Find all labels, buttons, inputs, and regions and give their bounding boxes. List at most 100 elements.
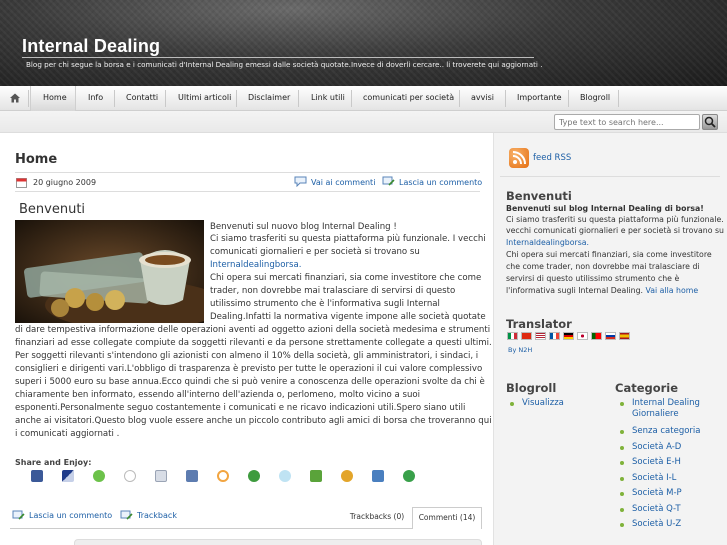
home-icon[interactable] — [9, 92, 21, 104]
list-bullet — [620, 523, 624, 527]
flag-pt-icon[interactable] — [591, 332, 602, 340]
list-bullet — [620, 492, 624, 496]
go-to-comments-link[interactable]: Vai ai commenti — [311, 178, 375, 187]
digg-share-icon[interactable] — [93, 470, 105, 482]
linkedin-share-icon[interactable] — [372, 470, 384, 482]
nav-item-link-utili[interactable]: Link utili — [311, 86, 345, 111]
myspace-share-icon[interactable] — [186, 470, 198, 482]
post-text-line: anche ai visitatori.Questo blog vuole es… — [15, 416, 492, 426]
nav-item-comunicati[interactable]: comunicati per società — [363, 86, 454, 111]
category-item[interactable]: Senza categoria — [632, 426, 701, 436]
nav-divider — [236, 90, 237, 107]
nav-item-ultimi-articoli[interactable]: Ultimi articoli — [178, 86, 231, 111]
page: Internal Dealing Blog per chi segue la b… — [0, 0, 727, 545]
leave-comment-link[interactable]: Lascia un commento — [399, 178, 482, 187]
search-button[interactable] — [702, 114, 718, 130]
nav-item-contatti[interactable]: Contatti — [126, 86, 158, 111]
nav-divider — [459, 90, 460, 107]
post-text-line: Chi opera sui mercati finanziari, sia co… — [210, 273, 482, 283]
nav-divider — [618, 90, 619, 107]
add-comment-icon[interactable] — [382, 176, 395, 188]
site-header: Internal Dealing Blog per chi segue la b… — [0, 0, 727, 86]
translator-title: Translator — [506, 317, 572, 331]
nav-divider — [114, 90, 115, 107]
welcome-line: Ci siamo trasferiti su questa piattaform… — [506, 215, 727, 224]
category-item[interactable]: Società E-H — [632, 457, 681, 467]
post-title[interactable]: Benvenuti — [19, 202, 85, 217]
post-text-line: Benvenuti sul nuovo blog Internal Dealin… — [210, 222, 397, 232]
stumbleupon-share-icon[interactable] — [248, 470, 260, 482]
rss-feed-link[interactable]: feed RSS — [533, 153, 571, 163]
flag-jp-icon[interactable] — [577, 332, 588, 340]
list-bullet — [620, 446, 624, 450]
welcome-line: Internaldealingborsa. — [506, 237, 589, 248]
nav-item-disclaimer[interactable]: Disclaimer — [248, 86, 290, 111]
technorati-share-icon[interactable] — [403, 470, 415, 482]
category-item[interactable]: Internal Dealing — [632, 398, 700, 408]
google-share-icon[interactable] — [124, 470, 136, 482]
nav-item-importante[interactable]: Importante — [517, 86, 562, 111]
delicious-share-icon[interactable] — [62, 470, 74, 482]
category-item[interactable]: Società U-Z — [632, 519, 681, 529]
site-title[interactable]: Internal Dealing — [22, 36, 160, 57]
post-text-line: Ci siamo trasferiti su questa piattaform… — [210, 234, 486, 244]
trackback-icon[interactable] — [120, 510, 133, 522]
yahoo-share-icon[interactable] — [310, 470, 322, 482]
comments-icon[interactable] — [294, 176, 308, 187]
facebook-share-icon[interactable] — [31, 470, 43, 482]
post-text-line: Dealing.Infatti la normativa vigente imp… — [210, 312, 486, 322]
nav-item-blogroll[interactable]: Blogroll — [580, 86, 610, 111]
list-bullet — [620, 461, 624, 465]
nav-item-avvisi[interactable]: avvisi — [471, 86, 494, 111]
nav-item-home[interactable]: Home — [43, 86, 67, 111]
category-item[interactable]: Società I-L — [632, 473, 676, 483]
flag-ru-icon[interactable] — [605, 332, 616, 340]
blogroll-item-visualizza[interactable]: Visualizza — [522, 398, 564, 408]
category-item[interactable]: Società M-P — [632, 488, 682, 498]
list-bullet — [620, 477, 624, 481]
search-icon — [704, 116, 716, 128]
trackback-link[interactable]: Trackback — [137, 511, 177, 520]
rss-share-icon[interactable] — [217, 470, 229, 482]
flag-us-icon[interactable] — [535, 332, 546, 340]
tab-comments[interactable]: Commenti (14) — [412, 507, 482, 529]
welcome-line: Chi opera sui mercati finanziari, sia co… — [506, 250, 712, 259]
flag-de-icon[interactable] — [563, 332, 574, 340]
twitter-share-icon[interactable] — [279, 470, 291, 482]
post-text-line: i comunicati aggiornati . — [15, 429, 120, 439]
rss-icon[interactable] — [509, 148, 529, 168]
add-comment-icon[interactable] — [12, 510, 25, 522]
post-text-line: esponenti.Personalmente seguo costanteme… — [15, 403, 466, 413]
flag-cn-icon[interactable] — [521, 332, 532, 340]
title-divider — [22, 57, 534, 58]
internaldealingborsa-link[interactable]: Internaldealingborsa. — [210, 260, 302, 270]
go-home-link[interactable]: Vai alla home — [646, 286, 699, 295]
welcome-title: Benvenuti — [506, 189, 572, 203]
netvibes-share-icon[interactable] — [341, 470, 353, 482]
leave-comment-link-bottom[interactable]: Lascia un commento — [29, 511, 112, 520]
site-description: Blog per chi segue la borsa e i comunica… — [26, 60, 543, 69]
post-text-line: chiaramente ben informato, essendo all'i… — [15, 390, 421, 400]
post-text-line: superi i 5000 euro su base annua.Ecco qu… — [15, 377, 485, 387]
flag-es-icon[interactable] — [619, 332, 630, 340]
sidebar-internaldealingborsa-link[interactable]: Internaldealingborsa. — [506, 238, 589, 247]
nav-item-info[interactable]: Info — [88, 86, 103, 111]
welcome-line: Benvenuti sul blog Internal Dealing di b… — [506, 204, 704, 213]
calendar-icon — [16, 178, 27, 188]
post-date: 20 giugno 2009 — [33, 178, 97, 187]
blogroll-title: Blogroll — [506, 381, 557, 395]
flag-it-icon[interactable] — [507, 332, 518, 340]
post-text-line: consiglieri e dirigenti vari.L'obbligo d… — [15, 364, 483, 374]
nav-divider — [351, 90, 352, 107]
tab-trackbacks[interactable]: Trackbacks (0) — [346, 507, 408, 528]
translator-credit[interactable]: By N2H — [508, 345, 532, 356]
search-input[interactable] — [554, 114, 700, 130]
email-share-icon[interactable] — [155, 470, 167, 482]
comment-box — [74, 539, 482, 545]
flag-fr-icon[interactable] — [549, 332, 560, 340]
category-item[interactable]: Società A-D — [632, 442, 681, 452]
welcome-text: l'informativa sugli Internal Dealing. — [506, 286, 644, 295]
sidebar-divider — [500, 176, 720, 177]
welcome-line: vecchi comunicati giornalieri e per soci… — [506, 226, 724, 235]
category-item[interactable]: Società Q-T — [632, 504, 681, 514]
